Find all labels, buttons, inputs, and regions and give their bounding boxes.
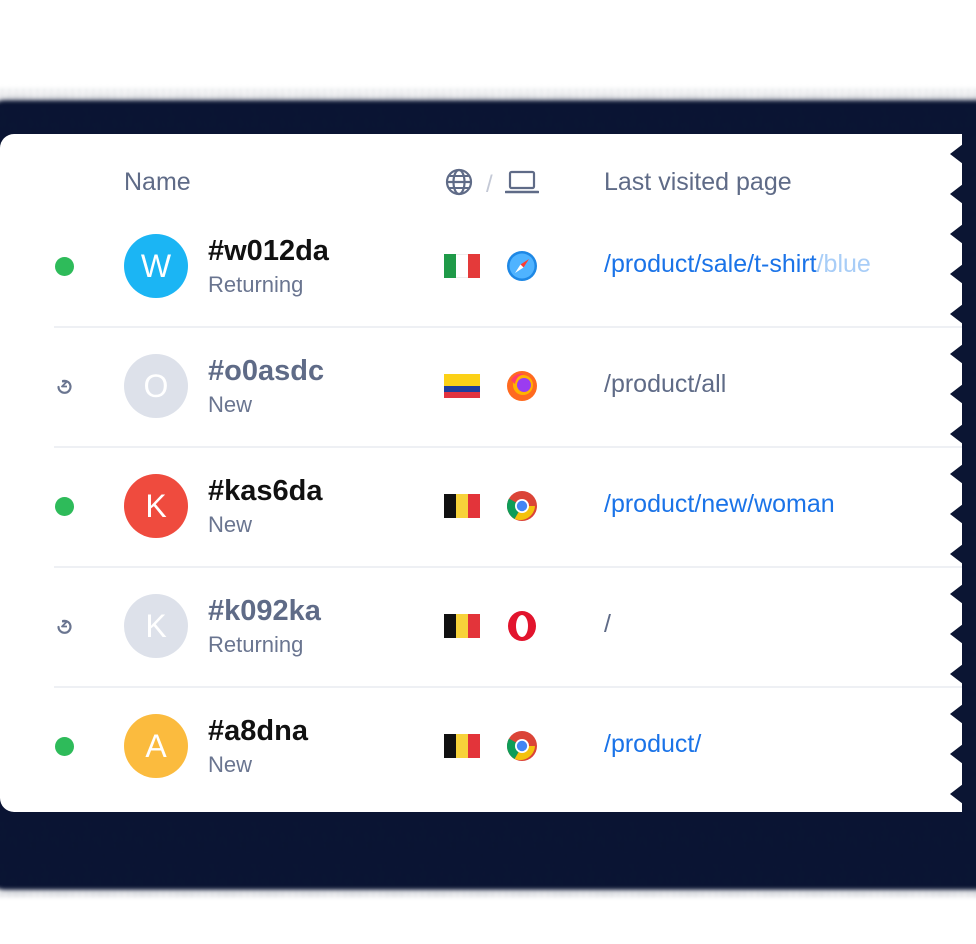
visitor-identity: #o0asdc New: [208, 354, 324, 420]
visitor-identity: #a8dna New: [208, 714, 308, 780]
avatar[interactable]: O: [124, 354, 188, 418]
chrome-icon: [506, 490, 538, 522]
avatar[interactable]: W: [124, 234, 188, 298]
online-status-dot: [54, 256, 74, 276]
flag-belgium-icon: [444, 734, 480, 758]
header-separator: /: [486, 170, 493, 198]
visitor-type: New: [208, 512, 253, 537]
page-path: /: [604, 610, 611, 638]
status-indicator: [54, 616, 74, 636]
page-path: /product/: [604, 730, 702, 758]
globe-icon: [444, 167, 474, 202]
opera-icon: [506, 610, 538, 642]
column-header-last-visited-page[interactable]: Last visited page: [604, 168, 792, 197]
page-path: /product/sale/t-shirt: [604, 250, 817, 278]
table-row[interactable]: K #k092ka Returning /: [0, 566, 962, 686]
stage: Name / Last visited page W #w012da Retur…: [0, 0, 976, 944]
flag-belgium-icon: [444, 614, 480, 638]
visitor-list: W #w012da Returning/product/sale/t-shirt/b…: [0, 206, 962, 806]
away-status-icon: [57, 619, 72, 634]
away-status-icon: [57, 379, 72, 394]
avatar-letter: K: [145, 487, 167, 524]
visitors-card: Name / Last visited page W #w012da Retur…: [0, 134, 962, 812]
table-row[interactable]: O #o0asdc New/product/all: [0, 326, 962, 446]
avatar-letter: O: [143, 367, 169, 404]
column-header-name[interactable]: Name: [124, 168, 191, 197]
avatar-letter: W: [140, 247, 172, 284]
visitor-id[interactable]: #a8dna: [208, 714, 308, 748]
last-visited-page-link[interactable]: /product/new/woman: [604, 490, 835, 519]
status-indicator: [54, 736, 74, 756]
last-visited-page-link[interactable]: /: [604, 610, 611, 639]
online-status-dot: [54, 496, 74, 516]
visitor-identity: #k092ka Returning: [208, 594, 321, 660]
visitor-identity: #kas6da New: [208, 474, 323, 540]
visitor-type: New: [208, 752, 253, 777]
avatar[interactable]: K: [124, 594, 188, 658]
visitor-id[interactable]: #kas6da: [208, 474, 323, 508]
laptop-icon: [504, 167, 539, 202]
visitor-type: New: [208, 392, 253, 417]
status-indicator: [54, 496, 74, 516]
visitor-id[interactable]: #w012da: [208, 234, 329, 268]
page-path: /product/all: [604, 370, 727, 398]
last-visited-page-link[interactable]: /product/: [604, 730, 701, 759]
column-header-location-device: /: [444, 167, 539, 202]
firefox-icon: [506, 370, 538, 402]
table-row[interactable]: A #a8dna New/product/: [0, 686, 962, 806]
visitor-id[interactable]: #o0asdc: [208, 354, 324, 388]
table-row[interactable]: K #kas6da New/product/new/woman: [0, 446, 962, 566]
torn-edge: [950, 134, 976, 814]
safari-icon: [506, 250, 538, 282]
online-status-dot: [54, 736, 74, 756]
chrome-icon: [506, 730, 538, 762]
last-visited-page-link[interactable]: /product/all: [604, 370, 726, 399]
flag-italy-icon: [444, 254, 480, 278]
avatar-letter: A: [145, 727, 167, 764]
avatar[interactable]: K: [124, 474, 188, 538]
status-indicator: [54, 256, 74, 276]
avatar[interactable]: A: [124, 714, 188, 778]
flag-colombia-icon: [444, 374, 480, 398]
visitor-id[interactable]: #k092ka: [208, 594, 321, 628]
visitor-type: Returning: [208, 272, 304, 297]
page-path-truncated: /blue: [816, 250, 871, 278]
flag-belgium-icon: [444, 494, 480, 518]
table-row[interactable]: W #w012da Returning/product/sale/t-shirt/b…: [0, 206, 962, 326]
page-path: /product/new/woman: [604, 490, 835, 518]
avatar-letter: K: [145, 607, 167, 644]
last-visited-page-link[interactable]: /product/sale/t-shirt/blue: [604, 250, 871, 279]
visitor-identity: #w012da Returning: [208, 234, 329, 300]
visitor-type: Returning: [208, 632, 304, 657]
status-indicator: [54, 376, 74, 396]
